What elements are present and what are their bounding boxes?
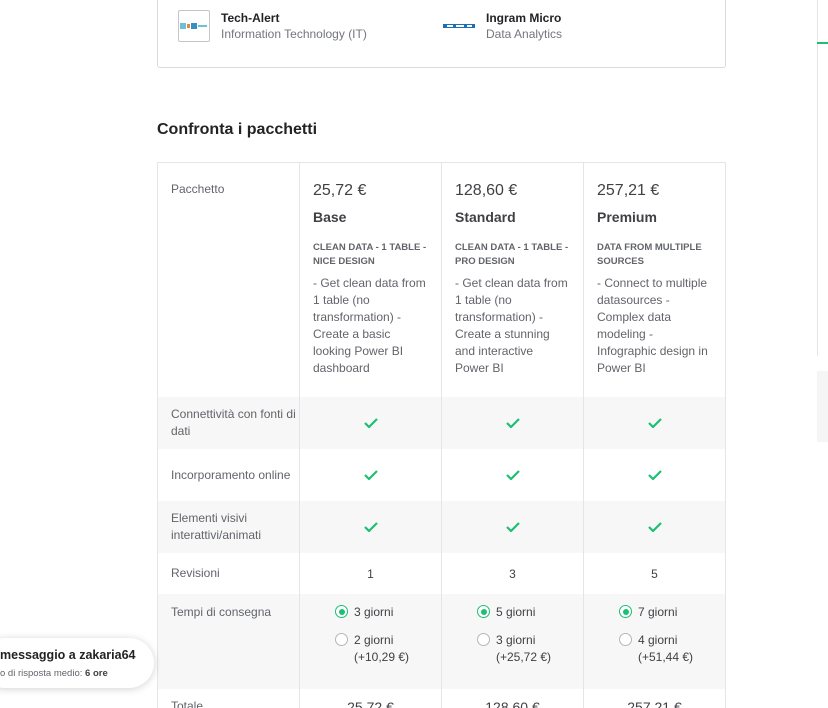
package-header-row: Pacchetto 25,72 € Base CLEAN DATA - 1 TA… xyxy=(157,162,726,398)
row-label-delivery: Tempi di consegna xyxy=(157,594,300,689)
ingram-micro-logo xyxy=(442,10,476,42)
revisions-value: 5 xyxy=(651,566,658,581)
radio-checked[interactable] xyxy=(335,605,348,618)
package-name: Premium xyxy=(597,209,657,225)
feature-cell xyxy=(583,501,726,553)
sidebar-box xyxy=(817,371,828,442)
check-icon xyxy=(647,470,662,480)
delivery-row: Tempi di consegna 3 giorni 2 giorni (+10,… xyxy=(157,594,726,689)
feature-cell xyxy=(584,449,726,501)
feature-cell xyxy=(441,397,584,449)
client-name: Ingram Micro xyxy=(486,11,562,25)
feature-cell xyxy=(441,501,584,553)
package-price: 257,21 € xyxy=(597,182,660,199)
check-icon xyxy=(363,522,378,532)
delivery-cell: 7 giorni 4 giorni (+51,44 €) xyxy=(583,594,726,689)
check-icon xyxy=(505,418,520,428)
package-description: - Get clean data from 1 table (no transf… xyxy=(313,276,426,375)
package-col-standard: 128,60 € Standard CLEAN DATA - 1 TABLE -… xyxy=(441,162,584,397)
feature-label: Incorporamento online xyxy=(157,449,300,501)
delivery-option[interactable]: 2 giorni (+10,29 €) xyxy=(335,632,441,666)
total-value: 257,21 € xyxy=(627,698,682,708)
check-icon xyxy=(647,418,662,428)
feature-label: Connettività con fonti di dati xyxy=(157,397,300,449)
radio-checked[interactable] xyxy=(619,605,632,618)
package-description: - Connect to multiple datasources - Comp… xyxy=(597,276,708,375)
radio-unchecked[interactable] xyxy=(619,633,632,646)
contact-seller-bubble[interactable]: messaggio a zakaria64 o di risposta medi… xyxy=(0,638,154,688)
revisions-value: 1 xyxy=(299,553,442,594)
revisions-row: Revisioni 1 3 5 xyxy=(157,553,726,594)
package-title: CLEAN DATA - 1 TABLE - PRO DESIGN xyxy=(455,242,569,267)
radio-unchecked[interactable] xyxy=(477,633,490,646)
check-icon xyxy=(363,418,378,428)
package-title: CLEAN DATA - 1 TABLE - NICE DESIGN xyxy=(313,242,427,267)
feature-row: Connettività con fonti di dati xyxy=(157,397,726,449)
delivery-option[interactable]: 4 giorni (+51,44 €) xyxy=(619,632,725,666)
feature-cell xyxy=(583,397,726,449)
check-icon xyxy=(647,522,662,532)
package-col-premium: 257,21 € Premium DATA FROM MULTIPLE SOUR… xyxy=(584,163,726,398)
package-title: DATA FROM MULTIPLE SOURCES xyxy=(597,242,702,267)
row-label-package: Pacchetto xyxy=(157,162,300,397)
check-icon xyxy=(505,470,520,480)
feature-cell xyxy=(441,449,584,501)
sidebar-edge xyxy=(817,0,818,356)
delivery-option-selected[interactable]: 5 giorni xyxy=(477,604,583,621)
package-price: 128,60 € xyxy=(455,182,518,199)
feature-cell xyxy=(299,397,442,449)
feature-cell xyxy=(299,449,442,501)
contact-response-time: o di risposta medio: 6 ore xyxy=(0,668,108,679)
check-icon xyxy=(505,522,520,532)
compare-table: Pacchetto 25,72 € Base CLEAN DATA - 1 TA… xyxy=(157,162,726,708)
package-col-base: 25,72 € Base CLEAN DATA - 1 TABLE - NICE… xyxy=(299,162,442,397)
total-value: 128,60 € xyxy=(441,689,584,708)
total-row: Totale 25,72 € 128,60 € 257,21 € xyxy=(157,689,726,708)
client-sector: Data Analytics xyxy=(486,27,563,41)
client-sector: Information Technology (IT) xyxy=(221,27,367,41)
client-item: Tech-Alert Information Technology (IT) xyxy=(178,10,367,42)
package-name: Base xyxy=(313,209,347,225)
radio-unchecked[interactable] xyxy=(335,633,348,646)
row-label-total: Totale xyxy=(157,689,300,708)
radio-checked[interactable] xyxy=(477,605,490,618)
package-description: - Get clean data from 1 table (no transf… xyxy=(455,276,568,375)
total-value: 25,72 € xyxy=(299,689,442,708)
sidebar-tab-indicator xyxy=(817,42,828,44)
compare-title: Confronta i pacchetti xyxy=(157,121,318,138)
delivery-option-selected[interactable]: 3 giorni xyxy=(335,604,441,621)
delivery-option[interactable]: 3 giorni (+25,72 €) xyxy=(477,632,583,666)
delivery-cell: 3 giorni 2 giorni (+10,29 €) xyxy=(299,594,442,689)
package-price: 25,72 € xyxy=(313,182,367,199)
contact-title: messaggio a zakaria64 xyxy=(0,648,136,662)
row-label-revisions: Revisioni xyxy=(157,553,300,594)
clients-card: Tech-Alert Information Technology (IT) I… xyxy=(157,0,726,68)
tech-alert-logo xyxy=(178,10,210,42)
feature-row: Elementi visivi interattivi/animati xyxy=(157,501,726,553)
revisions-value: 3 xyxy=(441,553,584,594)
feature-cell xyxy=(299,501,442,553)
feature-label: Elementi visivi interattivi/animati xyxy=(157,501,300,553)
delivery-option-selected[interactable]: 7 giorni xyxy=(619,604,725,621)
delivery-cell: 5 giorni 3 giorni (+25,72 €) xyxy=(441,594,584,689)
check-icon xyxy=(363,470,378,480)
client-name: Tech-Alert xyxy=(221,11,280,25)
package-name: Standard xyxy=(455,209,516,225)
client-item: Ingram Micro Data Analytics xyxy=(442,10,562,42)
feature-row: Incorporamento online xyxy=(157,449,726,501)
